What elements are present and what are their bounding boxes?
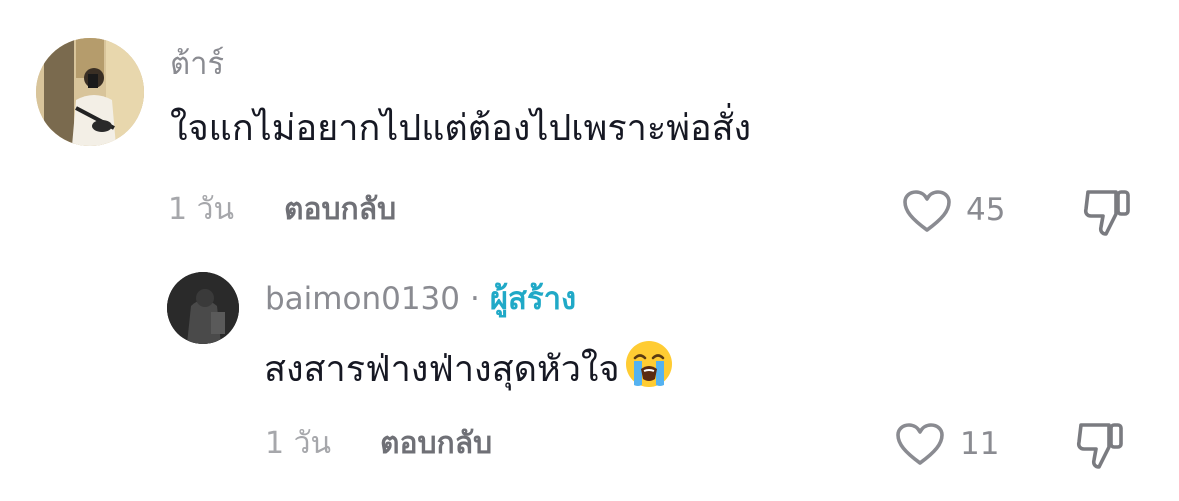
heart-icon[interactable] (895, 422, 945, 466)
comment-text: ใจแกไม่อยากไปแต่ต้องไปเพราะพ่อสั่ง (170, 108, 752, 149)
reply-text: สงสารฟ่างฟ่างสุดหัวใจ (264, 349, 620, 390)
like-count: 45 (966, 192, 1006, 228)
reply-button[interactable]: ตอบกลับ (284, 190, 396, 230)
thumbs-down-icon[interactable] (1082, 184, 1132, 238)
creator-badge: ผู้สร้าง (489, 281, 577, 317)
reply-text-row: สงสารฟ่างฟ่างสุดหัวใจ (264, 339, 674, 401)
heart-icon[interactable] (902, 189, 952, 233)
avatar[interactable] (36, 38, 144, 146)
comment-timestamp: 1 วัน (168, 192, 234, 227)
like-count: 11 (960, 426, 1000, 462)
reply-button[interactable]: ตอบกลับ (380, 424, 492, 464)
reply-timestamp: 1 วัน (265, 426, 331, 461)
reply-username-row: baimon0130 · ผู้สร้าง (265, 279, 576, 319)
comment-username[interactable]: ต้าร์ (170, 44, 224, 84)
thumbs-down-icon[interactable] (1075, 417, 1125, 471)
separator-dot: · (470, 281, 480, 317)
reply-username[interactable]: baimon0130 (265, 279, 460, 319)
avatar[interactable] (167, 272, 239, 344)
loudly-crying-face-icon (624, 339, 674, 401)
